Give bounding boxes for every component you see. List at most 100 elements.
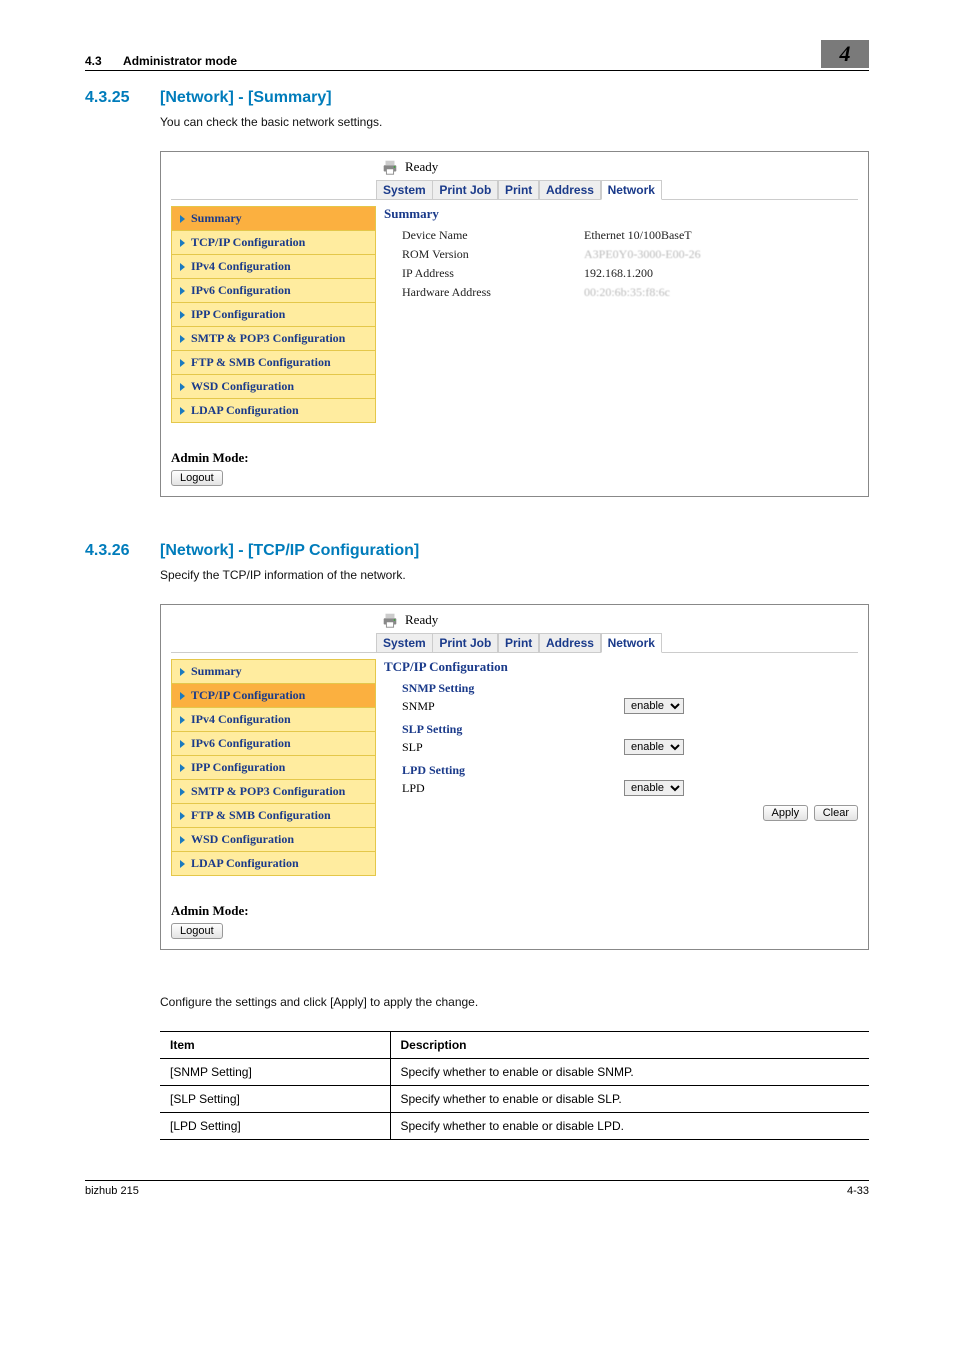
table-cell-item: [SNMP Setting] bbox=[160, 1059, 390, 1086]
page-header: 4.3 Administrator mode 4 bbox=[85, 40, 869, 71]
sidebar-item-smtp[interactable]: SMTP & POP3 Configuration bbox=[171, 326, 376, 351]
sidebar-item-tcpip[interactable]: TCP/IP Configuration bbox=[171, 683, 376, 708]
sidebar-item-ipv6[interactable]: IPv6 Configuration bbox=[171, 278, 376, 303]
sidebar-item-summary[interactable]: Summary bbox=[171, 659, 376, 684]
sidebar-item-ipv4[interactable]: IPv4 Configuration bbox=[171, 254, 376, 279]
content-panel: Summary Device NameEthernet 10/100BaseT … bbox=[384, 206, 858, 486]
snmp-setting-label: SNMP Setting bbox=[384, 681, 858, 696]
triangle-icon bbox=[180, 668, 185, 676]
sidebar-item-label: TCP/IP Configuration bbox=[191, 688, 305, 703]
tab-network[interactable]: Network bbox=[601, 633, 662, 653]
tab-system[interactable]: System bbox=[376, 180, 433, 200]
triangle-icon bbox=[180, 239, 185, 247]
sidebar-item-label: IPv4 Configuration bbox=[191, 712, 291, 727]
tab-print[interactable]: Print bbox=[498, 633, 539, 653]
sidebar: Summary TCP/IP Configuration IPv4 Config… bbox=[171, 659, 376, 939]
triangle-icon bbox=[180, 740, 185, 748]
table-cell-item: [SLP Setting] bbox=[160, 1086, 390, 1113]
triangle-icon bbox=[180, 407, 185, 415]
table-cell-desc: Specify whether to enable or disable SLP… bbox=[390, 1086, 869, 1113]
lpd-select[interactable]: enable bbox=[624, 780, 684, 796]
tab-printjob[interactable]: Print Job bbox=[432, 633, 498, 653]
section-intro: Specify the TCP/IP information of the ne… bbox=[160, 568, 869, 582]
table-intro: Configure the settings and click [Apply]… bbox=[160, 995, 869, 1009]
screenshot-tcpip: Ready System Print Job Print Address Net… bbox=[160, 604, 869, 950]
chapter-badge: 4 bbox=[821, 40, 869, 68]
sidebar-item-label: SMTP & POP3 Configuration bbox=[191, 784, 345, 799]
sidebar-item-ftp[interactable]: FTP & SMB Configuration bbox=[171, 803, 376, 828]
sidebar-item-label: WSD Configuration bbox=[191, 832, 294, 847]
sidebar-item-label: Summary bbox=[191, 211, 242, 226]
kv-value: A3PE0Y0-3000-E00-26 bbox=[584, 247, 858, 262]
admin-mode-label: Admin Mode: bbox=[171, 450, 249, 465]
sidebar-item-ipp[interactable]: IPP Configuration bbox=[171, 755, 376, 780]
sidebar-item-tcpip[interactable]: TCP/IP Configuration bbox=[171, 230, 376, 255]
tab-address[interactable]: Address bbox=[539, 180, 601, 200]
table-header-description: Description bbox=[390, 1032, 869, 1059]
triangle-icon bbox=[180, 716, 185, 724]
device-status: Ready bbox=[405, 159, 438, 175]
slp-setting-label: SLP Setting bbox=[384, 722, 858, 737]
triangle-icon bbox=[180, 335, 185, 343]
sidebar: Summary TCP/IP Configuration IPv4 Config… bbox=[171, 206, 376, 486]
sidebar-item-label: IPP Configuration bbox=[191, 760, 285, 775]
tab-printjob[interactable]: Print Job bbox=[432, 180, 498, 200]
logout-button[interactable]: Logout bbox=[171, 923, 223, 939]
main-tabs: System Print Job Print Address Network bbox=[161, 633, 868, 653]
logout-button[interactable]: Logout bbox=[171, 470, 223, 486]
sidebar-item-label: LDAP Configuration bbox=[191, 403, 299, 418]
section-number: 4.3.25 bbox=[85, 89, 160, 107]
sidebar-item-ldap[interactable]: LDAP Configuration bbox=[171, 851, 376, 876]
apply-button[interactable]: Apply bbox=[763, 805, 809, 821]
tab-system[interactable]: System bbox=[376, 633, 433, 653]
sidebar-item-label: IPv4 Configuration bbox=[191, 259, 291, 274]
content-panel-title: Summary bbox=[384, 206, 858, 222]
clear-button[interactable]: Clear bbox=[814, 805, 858, 821]
kv-key: Hardware Address bbox=[384, 285, 584, 300]
sidebar-item-ipv4[interactable]: IPv4 Configuration bbox=[171, 707, 376, 732]
tab-address[interactable]: Address bbox=[539, 633, 601, 653]
triangle-icon bbox=[180, 311, 185, 319]
tab-network[interactable]: Network bbox=[601, 180, 662, 200]
sidebar-item-label: TCP/IP Configuration bbox=[191, 235, 305, 250]
snmp-select[interactable]: enable bbox=[624, 698, 684, 714]
sidebar-item-label: IPP Configuration bbox=[191, 307, 285, 322]
sidebar-item-ldap[interactable]: LDAP Configuration bbox=[171, 398, 376, 423]
snmp-label: SNMP bbox=[402, 699, 624, 714]
triangle-icon bbox=[180, 383, 185, 391]
slp-select[interactable]: enable bbox=[624, 739, 684, 755]
sidebar-item-ipp[interactable]: IPP Configuration bbox=[171, 302, 376, 327]
sidebar-item-label: IPv6 Configuration bbox=[191, 736, 291, 751]
content-panel-title: TCP/IP Configuration bbox=[384, 659, 858, 675]
triangle-icon bbox=[180, 692, 185, 700]
sidebar-item-label: Summary bbox=[191, 664, 242, 679]
table-row: [SNMP Setting] Specify whether to enable… bbox=[160, 1059, 869, 1086]
sidebar-item-label: WSD Configuration bbox=[191, 379, 294, 394]
triangle-icon bbox=[180, 359, 185, 367]
sidebar-item-ipv6[interactable]: IPv6 Configuration bbox=[171, 731, 376, 756]
kv-value: Ethernet 10/100BaseT bbox=[584, 228, 858, 243]
section-number: 4.3.26 bbox=[85, 542, 160, 560]
sidebar-item-ftp[interactable]: FTP & SMB Configuration bbox=[171, 350, 376, 375]
sidebar-item-summary[interactable]: Summary bbox=[171, 206, 376, 231]
sidebar-item-wsd[interactable]: WSD Configuration bbox=[171, 374, 376, 399]
sidebar-item-wsd[interactable]: WSD Configuration bbox=[171, 827, 376, 852]
triangle-icon bbox=[180, 860, 185, 868]
table-row: [SLP Setting] Specify whether to enable … bbox=[160, 1086, 869, 1113]
lpd-setting-label: LPD Setting bbox=[384, 763, 858, 778]
printer-icon bbox=[381, 158, 399, 176]
table-cell-desc: Specify whether to enable or disable SNM… bbox=[390, 1059, 869, 1086]
sidebar-item-label: FTP & SMB Configuration bbox=[191, 808, 331, 823]
header-section-title: Administrator mode bbox=[123, 54, 237, 68]
triangle-icon bbox=[180, 836, 185, 844]
sidebar-item-label: LDAP Configuration bbox=[191, 856, 299, 871]
sidebar-item-label: SMTP & POP3 Configuration bbox=[191, 331, 345, 346]
table-cell-desc: Specify whether to enable or disable LPD… bbox=[390, 1113, 869, 1140]
kv-key: ROM Version bbox=[384, 247, 584, 262]
table-header-item: Item bbox=[160, 1032, 390, 1059]
sidebar-item-label: FTP & SMB Configuration bbox=[191, 355, 331, 370]
sidebar-item-smtp[interactable]: SMTP & POP3 Configuration bbox=[171, 779, 376, 804]
section-intro: You can check the basic network settings… bbox=[160, 115, 869, 129]
tab-print[interactable]: Print bbox=[498, 180, 539, 200]
chapter-number: 4 bbox=[840, 41, 851, 67]
